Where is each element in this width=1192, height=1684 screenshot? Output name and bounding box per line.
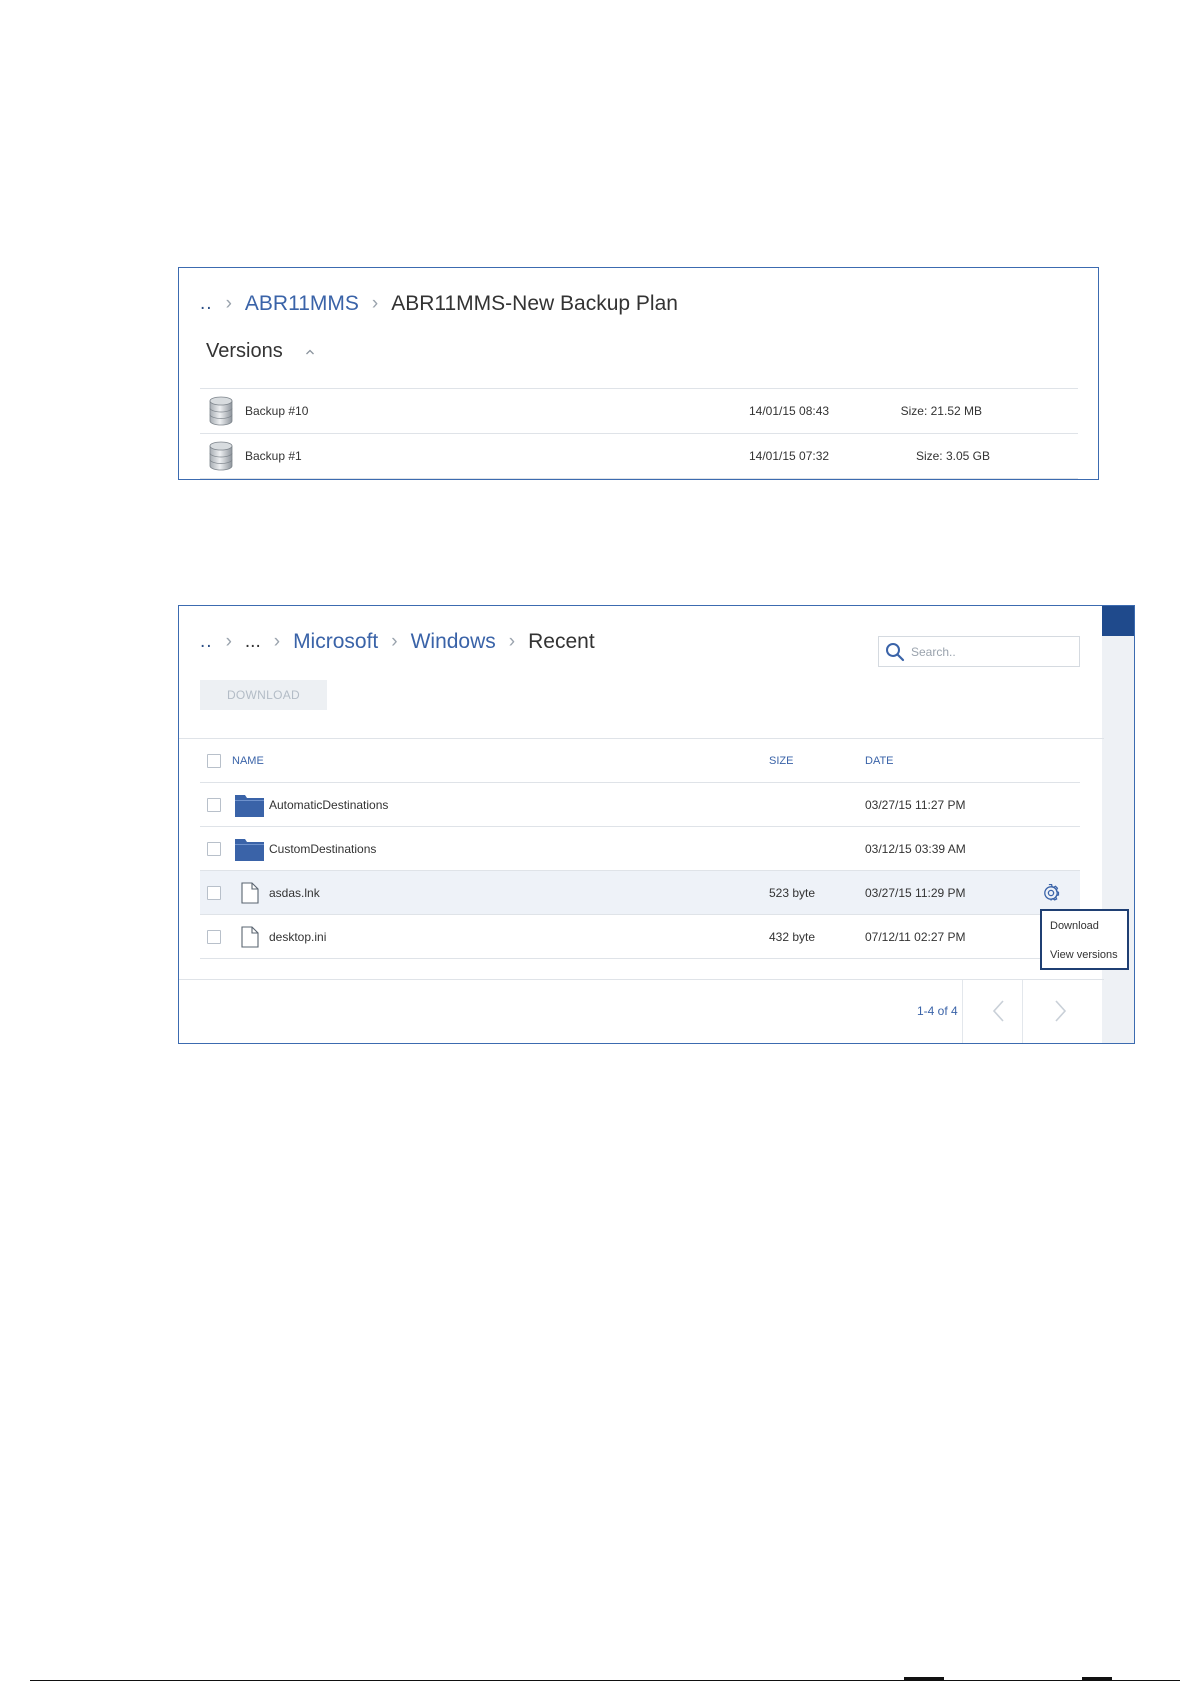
breadcrumb-root-link[interactable]: .. (200, 293, 213, 315)
table-row[interactable]: CustomDestinations 03/12/15 03:39 AM (200, 827, 1080, 871)
table-header: NAME SIZE DATE (200, 739, 1080, 783)
menu-item-download[interactable]: Download (1050, 920, 1099, 932)
database-icon (209, 441, 233, 471)
version-name: Backup #1 (245, 449, 302, 463)
version-date: 14/01/15 07:32 (749, 449, 830, 463)
database-icon (209, 396, 233, 426)
breadcrumb-link-microsoft[interactable]: Microsoft (293, 630, 378, 654)
version-size: Size: 21.52 MB (900, 404, 982, 418)
divider (962, 980, 963, 1043)
file-name: desktop.ini (269, 929, 327, 944)
version-date: 14/01/15 08:43 (749, 404, 830, 418)
file-size: 432 byte (769, 929, 816, 944)
select-all-checkbox[interactable] (207, 753, 221, 768)
divider (1022, 980, 1023, 1043)
footer-rule (30, 1680, 1180, 1681)
breadcrumb: .. › ... › Microsoft › Windows › Recent (200, 630, 595, 654)
file-icon (241, 881, 259, 904)
search-icon (886, 642, 905, 661)
version-row[interactable]: Backup #10 14/01/15 08:43 Size: 21.52 MB (200, 389, 1078, 434)
chevron-right-icon: › (225, 631, 232, 652)
breadcrumb-root-link[interactable]: .. (200, 631, 213, 653)
file-size: 523 byte (769, 885, 816, 900)
table-row[interactable]: asdas.lnk 523 byte 03/27/15 11:29 PM (200, 871, 1080, 915)
file-icon (241, 925, 259, 948)
version-row[interactable]: Backup #1 14/01/15 07:32 Size: 3.05 GB (200, 434, 1078, 479)
breadcrumb-current: Recent (528, 630, 595, 653)
chevron-right-icon: › (508, 631, 516, 652)
file-date: 03/27/15 11:29 PM (865, 885, 966, 900)
file-name: CustomDestinations (269, 841, 377, 856)
column-header-name[interactable]: NAME (232, 755, 264, 767)
column-header-size[interactable]: SIZE (769, 755, 793, 767)
row-checkbox[interactable] (207, 797, 221, 812)
folder-icon (235, 794, 264, 817)
scrollbar-thumb[interactable] (1102, 606, 1134, 636)
footer-mark (1082, 1677, 1112, 1680)
download-button[interactable]: DOWNLOAD (200, 680, 327, 710)
versions-section-header[interactable]: Versions (206, 340, 315, 363)
row-checkbox[interactable] (207, 929, 221, 944)
file-date: 07/12/11 02:27 PM (865, 929, 966, 944)
chevron-left-icon[interactable] (987, 997, 1011, 1025)
row-checkbox[interactable] (207, 841, 221, 856)
file-name: asdas.lnk (269, 885, 320, 900)
version-size: Size: 3.05 GB (915, 449, 990, 463)
versions-panel: .. › ABR11MMS › ABR11MMS-New Backup Plan… (178, 267, 1099, 480)
chevron-right-icon[interactable] (1048, 997, 1072, 1025)
scrollbar-track[interactable] (1102, 606, 1134, 1043)
file-name: AutomaticDestinations (269, 797, 389, 812)
file-browser-panel: .. › ... › Microsoft › Windows › Recent … (178, 605, 1135, 1044)
file-date: 03/12/15 03:39 AM (865, 841, 966, 856)
file-date: 03/27/15 11:27 PM (865, 797, 966, 812)
folder-icon (235, 838, 264, 861)
table-row[interactable]: AutomaticDestinations 03/27/15 11:27 PM (200, 783, 1080, 827)
chevron-right-icon: › (225, 293, 232, 314)
breadcrumb: .. › ABR11MMS › ABR11MMS-New Backup Plan (200, 292, 678, 316)
search-input[interactable] (911, 644, 1071, 659)
row-checkbox[interactable] (207, 885, 221, 900)
breadcrumb-ellipsis[interactable]: ... (245, 631, 261, 653)
chevron-up-icon[interactable] (305, 347, 315, 357)
chevron-right-icon: › (391, 631, 398, 652)
breadcrumb-link-abr11mms[interactable]: ABR11MMS (245, 292, 359, 316)
breadcrumb-link-windows[interactable]: Windows (411, 630, 496, 654)
table-row[interactable]: desktop.ini 432 byte 07/12/11 02:27 PM (200, 915, 1080, 959)
context-menu: Download View versions (1040, 909, 1129, 970)
menu-item-view-versions[interactable]: View versions (1050, 949, 1118, 961)
breadcrumb-current: ABR11MMS-New Backup Plan (391, 292, 678, 315)
chevron-right-icon: › (371, 293, 379, 314)
version-name: Backup #10 (245, 404, 309, 418)
search-box[interactable] (878, 636, 1080, 667)
pagination-status: 1-4 of 4 (917, 1004, 958, 1018)
section-title: Versions (206, 340, 283, 362)
chevron-right-icon: › (273, 631, 281, 652)
gear-icon[interactable] (1042, 883, 1060, 902)
footer-mark (904, 1677, 944, 1680)
divider (179, 979, 1104, 980)
column-header-date[interactable]: DATE (865, 755, 894, 767)
